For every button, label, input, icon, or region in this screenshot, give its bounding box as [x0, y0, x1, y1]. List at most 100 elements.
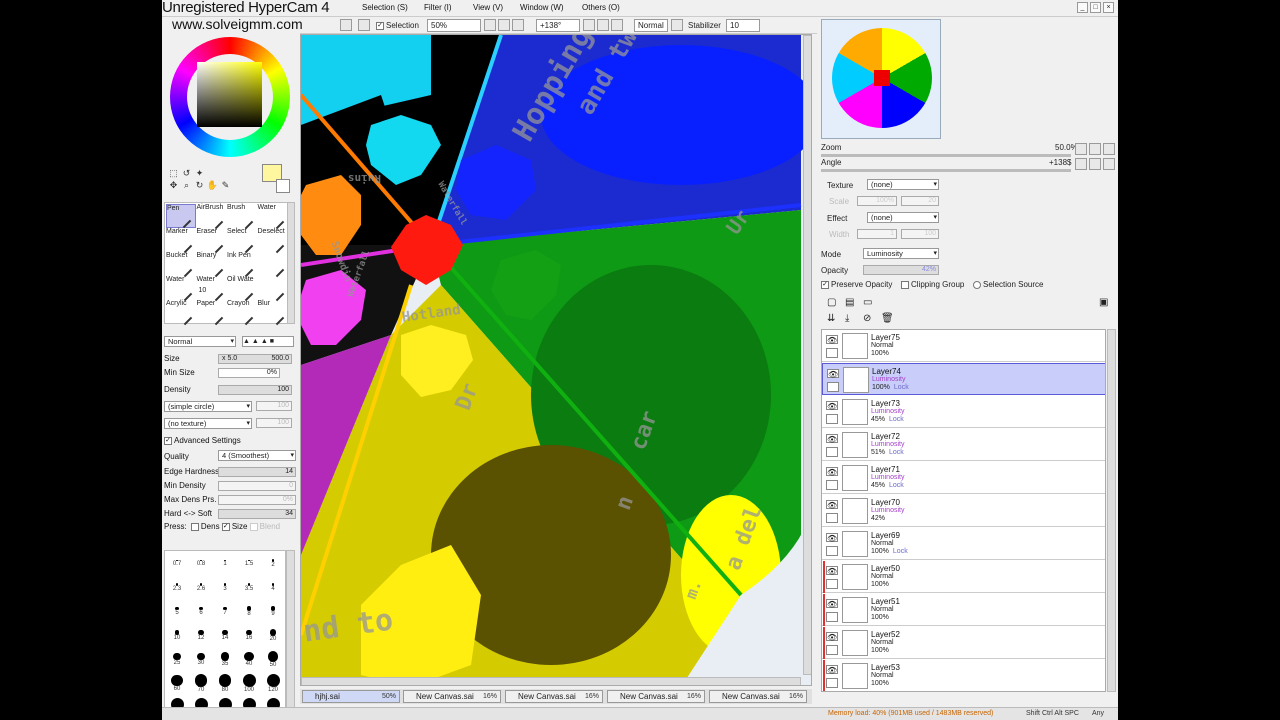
width-field[interactable]: 1: [857, 229, 897, 239]
layer-row[interactable]: 👁 Layer52 Normal 100%: [822, 627, 1105, 659]
layer-mode-select[interactable]: Luminosity: [863, 248, 939, 259]
advanced-settings-toggle[interactable]: ✓ Advanced Settings: [164, 436, 241, 445]
zoom-slider[interactable]: [821, 154, 1071, 157]
layer-row[interactable]: 👁 Layer72 Luminosity 51% Lock: [822, 429, 1105, 461]
brush-size-preset[interactable]: 14: [213, 626, 237, 641]
brush-tool-14[interactable]: Oil Wate: [227, 276, 257, 302]
zoom-out-icon[interactable]: [484, 19, 496, 31]
brush-grid-scrollbar[interactable]: [287, 202, 295, 324]
brush-size-preset[interactable]: 16: [237, 626, 261, 641]
layer-select-checkbox[interactable]: [826, 513, 838, 523]
brush-size-preset[interactable]: 7: [213, 602, 237, 616]
canvas-hscroll[interactable]: [301, 677, 801, 685]
stabilizer-select[interactable]: 10: [726, 19, 760, 32]
blend-mode-select[interactable]: Normal: [634, 19, 668, 32]
layer-row[interactable]: 👁 Layer70 Luminosity 42%: [822, 495, 1105, 527]
brush-size-preset[interactable]: 4: [261, 578, 285, 592]
panel-toggle-icon[interactable]: ▣: [1099, 297, 1108, 308]
eye-icon[interactable]: 👁: [826, 566, 838, 576]
navigator-preview[interactable]: [821, 19, 941, 139]
menu-view[interactable]: View (V): [473, 3, 503, 12]
delete-layer-icon[interactable]: 🗑: [881, 313, 894, 324]
brush-tool-7[interactable]: Deselect: [258, 228, 288, 254]
menu-others[interactable]: Others (O): [582, 3, 620, 12]
brush-size-preset[interactable]: 1.5: [237, 554, 261, 567]
size-checkbox[interactable]: ✓: [221, 522, 230, 531]
rotate-icon[interactable]: ↻: [193, 179, 206, 191]
brush-size-preset[interactable]: 70: [189, 674, 213, 693]
clear-layer-icon[interactable]: ⊘: [863, 313, 871, 324]
zoom-icon[interactable]: ⌕: [180, 179, 193, 191]
merge-down-icon[interactable]: ⤓: [845, 313, 849, 324]
brush-size-preset[interactable]: 3.5: [237, 578, 261, 592]
selection-source-toggle[interactable]: Selection Source: [973, 280, 1043, 289]
brush-size-preset[interactable]: 80: [213, 674, 237, 693]
invert-selection-icon[interactable]: [340, 19, 352, 31]
brush-size-preset[interactable]: 2.6: [189, 578, 213, 592]
brush-tool-11[interactable]: [258, 252, 288, 278]
dens-checkbox[interactable]: [190, 522, 199, 531]
brush-size-preset[interactable]: 3: [213, 578, 237, 592]
menu-filter[interactable]: Filter (I): [424, 3, 452, 12]
brush-tool-10[interactable]: Ink Pen: [227, 252, 257, 278]
move-icon[interactable]: ✥: [167, 179, 180, 191]
brush-size-preset[interactable]: 20: [261, 626, 285, 642]
canvas-vscroll[interactable]: [803, 35, 811, 675]
brush-size-preset[interactable]: 8: [237, 602, 261, 617]
layer-select-checkbox[interactable]: [826, 612, 838, 622]
brush-tool-15[interactable]: [258, 276, 288, 302]
new-linework-layer-icon[interactable]: ▤: [845, 297, 854, 308]
canvas-tab[interactable]: New Canvas.sai 16%: [607, 690, 705, 703]
brush-size-preset[interactable]: 1: [213, 554, 237, 567]
brush-tool-19[interactable]: Blur: [258, 300, 288, 326]
brush-size-preset[interactable]: 6: [189, 602, 213, 616]
eye-icon[interactable]: 👁: [826, 632, 838, 642]
brush-tool-5[interactable]: Eraser: [197, 228, 227, 254]
color-sv-square[interactable]: [197, 62, 262, 127]
eye-icon[interactable]: 👁: [826, 335, 838, 345]
layer-texture-select[interactable]: (none): [867, 179, 939, 190]
preserve-opacity-toggle[interactable]: ✓ Preserve Opacity: [821, 280, 892, 289]
clipping-group-toggle[interactable]: Clipping Group: [901, 280, 964, 289]
brush-tool-16[interactable]: Acrylic: [166, 300, 196, 326]
brush-size-preset[interactable]: 50: [261, 650, 285, 668]
nav-zoom-out-icon[interactable]: [1075, 143, 1087, 155]
brush-tool-6[interactable]: Select: [227, 228, 257, 254]
brush-shape-select[interactable]: (simple circle): [164, 401, 252, 412]
layer-row[interactable]: 👁 Layer53 Normal 100%: [822, 660, 1105, 691]
rect-select-icon[interactable]: ⬚: [167, 167, 180, 179]
eye-icon[interactable]: 👁: [826, 665, 838, 675]
deselect-icon[interactable]: [358, 19, 370, 31]
layer-select-checkbox[interactable]: [826, 546, 838, 556]
layer-select-checkbox[interactable]: [826, 480, 838, 490]
brush-tool-18[interactable]: Crayon: [227, 300, 257, 326]
hard-soft-slider[interactable]: 34: [218, 509, 296, 519]
brush-size-preset[interactable]: 2: [261, 554, 285, 568]
eye-icon[interactable]: 👁: [827, 369, 839, 379]
brush-size-preset[interactable]: 60: [165, 674, 189, 692]
rotate-right-icon[interactable]: [597, 19, 609, 31]
brush-texture-select[interactable]: (no texture): [164, 418, 252, 429]
brush-size-scrollbar[interactable]: [286, 550, 295, 720]
brush-size-preset[interactable]: 120: [261, 674, 285, 693]
brush-size-preset[interactable]: 0.7: [165, 554, 189, 567]
layer-select-checkbox[interactable]: [826, 645, 838, 655]
brush-tool-17[interactable]: Paper: [197, 300, 227, 326]
layer-effect-select[interactable]: (none): [867, 212, 939, 223]
brush-size-preset[interactable]: 5: [165, 602, 189, 616]
canvas-tab[interactable]: New Canvas.sai 16%: [403, 690, 501, 703]
transfer-down-icon[interactable]: ⇊: [827, 313, 835, 324]
layer-select-checkbox[interactable]: [826, 678, 838, 688]
brush-size-preset[interactable]: 12: [189, 626, 213, 641]
brush-shape-value[interactable]: 100: [256, 401, 292, 411]
menu-window[interactable]: Window (W): [520, 3, 564, 12]
layer-select-checkbox[interactable]: [826, 447, 838, 457]
canvas-tab[interactable]: New Canvas.sai 16%: [709, 690, 807, 703]
brush-size-preset[interactable]: 35: [213, 650, 237, 667]
scale-field-2[interactable]: 20: [901, 196, 939, 206]
layer-select-checkbox[interactable]: [826, 579, 838, 589]
layer-opacity-slider[interactable]: 42%: [863, 265, 939, 275]
nav-rotate-reset-icon[interactable]: [1103, 158, 1115, 170]
brush-tool-3[interactable]: Water: [258, 204, 288, 230]
eye-icon[interactable]: 👁: [826, 401, 838, 411]
